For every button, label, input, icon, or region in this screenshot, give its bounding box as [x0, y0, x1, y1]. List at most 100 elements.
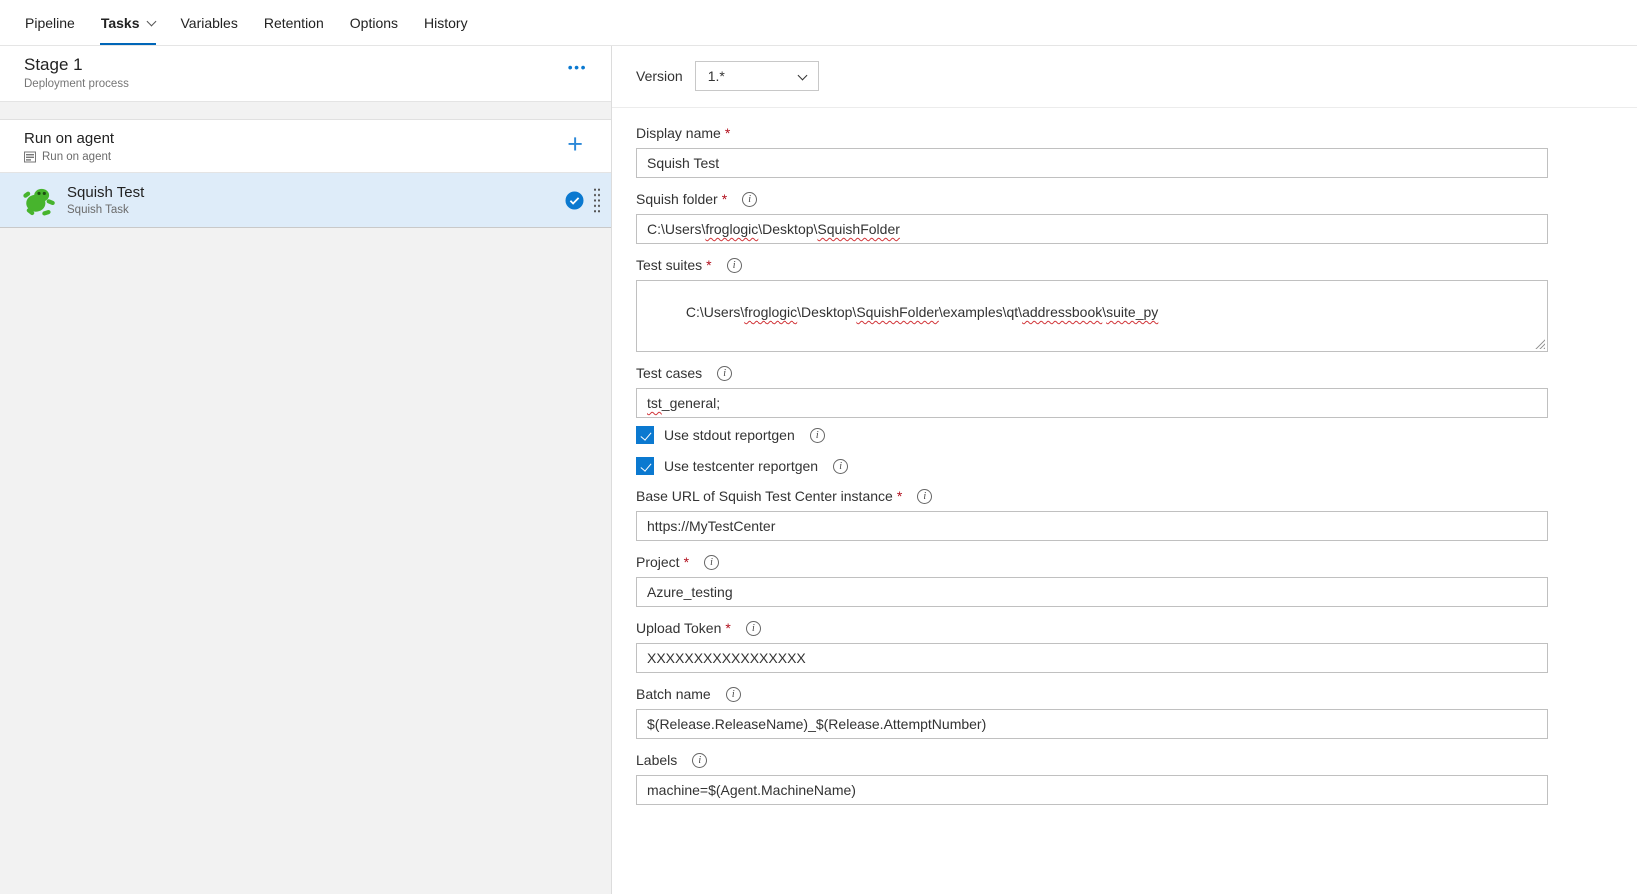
- misspelled-segment: SquishFolder: [856, 304, 939, 320]
- stage-title: Stage 1: [24, 55, 129, 75]
- text-segment: C:\Users\: [647, 221, 705, 237]
- chevron-down-icon: [797, 70, 807, 80]
- squish-task-icon: [22, 183, 56, 217]
- info-icon[interactable]: i: [704, 555, 719, 570]
- info-icon[interactable]: i: [833, 459, 848, 474]
- batch-name-input[interactable]: $(Release.ReleaseName)_$(Release.Attempt…: [636, 709, 1548, 739]
- field-label: Test cases: [636, 365, 702, 381]
- version-select[interactable]: 1.*: [695, 61, 819, 91]
- misspelled-segment: froglogic: [705, 221, 758, 237]
- agent-phase-title: Run on agent: [24, 130, 114, 147]
- misspelled-segment: froglogic: [744, 304, 797, 320]
- tab-label: Pipeline: [25, 15, 75, 31]
- tab-label: Tasks: [101, 15, 140, 31]
- tab-tasks[interactable]: Tasks: [88, 0, 168, 45]
- squish-folder-input[interactable]: C:\Users\froglogic\Desktop\SquishFolder: [636, 214, 1548, 244]
- field-squish-folder: Squish folder * i C:\Users\froglogic\Des…: [636, 191, 1548, 244]
- field-label: Batch name: [636, 686, 711, 702]
- required-marker: *: [722, 191, 727, 207]
- task-settings-panel: Version 1.* Display name * Squish Test: [612, 46, 1637, 894]
- field-base-url: Base URL of Squish Test Center instance …: [636, 488, 1548, 541]
- chevron-down-icon: [146, 16, 156, 26]
- testcenter-reportgen-checkbox[interactable]: [636, 457, 654, 475]
- check-circle-icon: [565, 191, 584, 210]
- checkbox-label: Use testcenter reportgen: [664, 458, 818, 474]
- pipeline-tab-bar: Pipeline Tasks Variables Retention Optio…: [0, 0, 1637, 46]
- field-test-suites: Test suites * i C:\Users\froglogic\Deskt…: [636, 257, 1548, 352]
- agent-phase-subtitle: Run on agent: [42, 151, 111, 163]
- input-value: machine=$(Agent.MachineName): [647, 782, 856, 798]
- tab-label: Variables: [181, 15, 238, 31]
- misspelled-segment: SquishFolder: [817, 221, 900, 237]
- project-input[interactable]: Azure_testing: [636, 577, 1548, 607]
- input-value: $(Release.ReleaseName)_$(Release.Attempt…: [647, 716, 986, 732]
- required-marker: *: [706, 257, 711, 273]
- labels-input[interactable]: machine=$(Agent.MachineName): [636, 775, 1548, 805]
- agent-phase-row[interactable]: Run on agent Run on agent +: [0, 120, 611, 172]
- field-use-stdout-reportgen: Use stdout reportgen i: [636, 426, 1548, 444]
- tab-options[interactable]: Options: [337, 0, 411, 45]
- info-icon[interactable]: i: [726, 687, 741, 702]
- info-icon[interactable]: i: [692, 753, 707, 768]
- tab-pipeline[interactable]: Pipeline: [12, 0, 88, 45]
- misspelled-segment: addressbook: [1022, 304, 1102, 320]
- test-suites-textarea[interactable]: C:\Users\froglogic\Desktop\SquishFolder\…: [636, 280, 1548, 352]
- field-label: Upload Token: [636, 620, 721, 636]
- display-name-input[interactable]: Squish Test: [636, 148, 1548, 178]
- field-label: Display name: [636, 125, 721, 141]
- field-project: Project * i Azure_testing: [636, 554, 1548, 607]
- required-marker: *: [725, 620, 730, 636]
- text-segment: \examples\qt\: [939, 304, 1022, 320]
- tab-variables[interactable]: Variables: [168, 0, 251, 45]
- stdout-reportgen-checkbox[interactable]: [636, 426, 654, 444]
- task-form: Display name * Squish Test Squish folder…: [612, 108, 1637, 838]
- task-title: Squish Test: [67, 184, 144, 201]
- field-label: Base URL of Squish Test Center instance: [636, 488, 893, 504]
- tab-label: Retention: [264, 15, 324, 31]
- input-value: Squish Test: [647, 155, 719, 171]
- field-use-testcenter-reportgen: Use testcenter reportgen i: [636, 457, 1548, 475]
- required-marker: *: [684, 554, 689, 570]
- drag-handle-icon[interactable]: [593, 187, 601, 214]
- tab-history[interactable]: History: [411, 0, 481, 45]
- task-row-squish-test[interactable]: Squish Test Squish Task: [0, 172, 611, 227]
- info-icon[interactable]: i: [717, 366, 732, 381]
- base-url-input[interactable]: https://MyTestCenter: [636, 511, 1548, 541]
- info-icon[interactable]: i: [742, 192, 757, 207]
- resize-grip-icon[interactable]: [1535, 339, 1545, 349]
- more-options-icon[interactable]: •••: [560, 55, 595, 79]
- field-label: Project: [636, 554, 680, 570]
- info-icon[interactable]: i: [727, 258, 742, 273]
- task-list: Run on agent Run on agent +: [0, 102, 611, 228]
- required-marker: *: [897, 488, 902, 504]
- input-value: https://MyTestCenter: [647, 518, 775, 534]
- version-section: Version 1.*: [612, 46, 1637, 108]
- info-icon[interactable]: i: [746, 621, 761, 636]
- text-segment: _general;: [662, 395, 720, 411]
- version-value: 1.*: [708, 68, 725, 84]
- task-subtitle: Squish Task: [67, 204, 144, 216]
- add-task-icon[interactable]: +: [559, 131, 597, 162]
- text-segment: \Desktop\: [797, 304, 856, 320]
- field-batch-name: Batch name i $(Release.ReleaseName)_$(Re…: [636, 686, 1548, 739]
- checkbox-label: Use stdout reportgen: [664, 427, 795, 443]
- field-label: Test suites: [636, 257, 702, 273]
- agent-phase-card: Run on agent Run on agent +: [0, 119, 611, 228]
- stage-header: Stage 1 Deployment process •••: [0, 46, 611, 102]
- field-display-name: Display name * Squish Test: [636, 125, 1548, 178]
- required-marker: *: [725, 125, 730, 141]
- field-labels: Labels i machine=$(Agent.MachineName): [636, 752, 1548, 805]
- input-value: Azure_testing: [647, 584, 733, 600]
- agent-phase-icon: [24, 151, 36, 163]
- field-upload-token: Upload Token * i XXXXXXXXXXXXXXXXX: [636, 620, 1548, 673]
- misspelled-segment: suite_py: [1106, 304, 1158, 320]
- upload-token-input[interactable]: XXXXXXXXXXXXXXXXX: [636, 643, 1548, 673]
- version-label: Version: [636, 68, 683, 84]
- input-value: XXXXXXXXXXXXXXXXX: [647, 650, 806, 666]
- field-label: Labels: [636, 752, 677, 768]
- test-cases-input[interactable]: tst_general;: [636, 388, 1548, 418]
- tab-retention[interactable]: Retention: [251, 0, 337, 45]
- info-icon[interactable]: i: [810, 428, 825, 443]
- field-test-cases: Test cases i tst_general;: [636, 365, 1548, 418]
- info-icon[interactable]: i: [917, 489, 932, 504]
